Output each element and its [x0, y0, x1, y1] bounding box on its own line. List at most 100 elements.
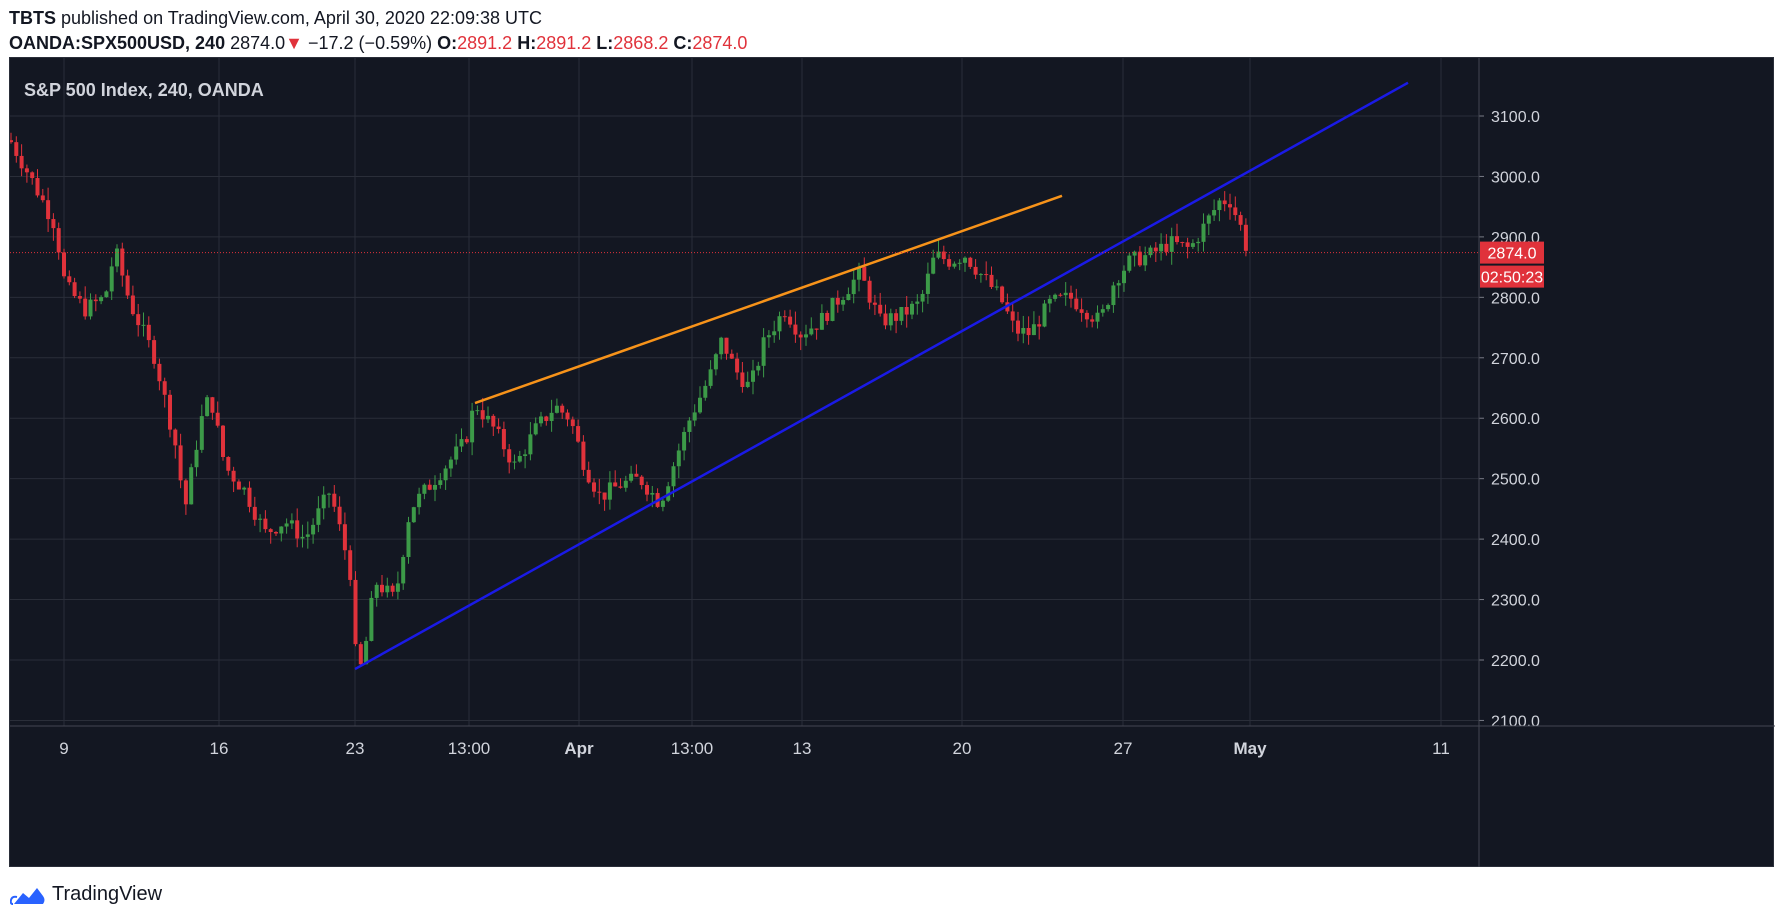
candle-body: [809, 328, 814, 335]
author-name[interactable]: TBTS: [9, 8, 56, 28]
candle-body: [713, 354, 718, 370]
candle-body: [433, 484, 437, 490]
candle-body: [719, 337, 724, 355]
chart-panel[interactable]: 3100.0 3000.0 2900.0 2800.0 2700.0 2600.0 2500…: [9, 57, 1775, 868]
candle-body: [35, 178, 40, 196]
candle-body: [894, 313, 899, 321]
candle-body: [1106, 305, 1111, 310]
trendline-upper[interactable]: [474, 194, 1063, 405]
candle-body: [570, 419, 575, 427]
candle-body: [682, 431, 687, 451]
candle-body: [311, 524, 316, 535]
candle-body: [258, 518, 263, 520]
candle-body: [19, 155, 24, 169]
candle-body: [486, 415, 490, 420]
x-tick-label: 13:00: [448, 739, 491, 758]
candle-body: [1137, 251, 1142, 266]
symbol-label: OANDA:SPX500USD, 240: [9, 33, 226, 53]
candle-body: [544, 416, 549, 421]
price-change: −17.2 (−0.59%): [308, 33, 433, 53]
candle-body: [162, 381, 167, 395]
candle-body: [915, 301, 920, 304]
candle-body: [168, 394, 172, 430]
candle-body: [470, 410, 475, 443]
candle-body: [88, 299, 93, 317]
candle-body: [454, 446, 459, 460]
candle-body: [125, 275, 130, 296]
candle-body: [581, 441, 586, 470]
candle-body: [236, 481, 241, 490]
candle-body: [957, 262, 962, 264]
candle-body: [194, 449, 199, 468]
candle-body: [316, 508, 321, 525]
candle-body: [878, 304, 883, 314]
candle-body: [427, 484, 432, 490]
candle-body: [1053, 294, 1058, 299]
candle-body: [772, 331, 777, 336]
candle-body: [1037, 324, 1042, 327]
candle-body: [141, 324, 146, 326]
x-tick-label: 9: [59, 739, 68, 758]
chart-title: S&P 500 Index, 240, OANDA: [24, 80, 264, 100]
candle-body: [173, 429, 178, 446]
y-tick-label: 2500.0: [1491, 472, 1540, 489]
candle-body: [1127, 255, 1132, 271]
candle-body: [931, 257, 936, 274]
candle-body: [215, 412, 220, 426]
candle-body: [676, 450, 681, 467]
candle-body: [830, 297, 835, 321]
candle-body: [247, 487, 252, 507]
candle-body: [618, 486, 623, 488]
tradingview-logo-text: TradingView: [52, 883, 163, 905]
candle-body: [422, 484, 427, 494]
candle-body: [395, 583, 400, 592]
candle-body: [576, 426, 581, 442]
candle-body: [406, 522, 411, 558]
x-tick-label: Apr: [564, 739, 594, 758]
y-tick-label: 3000.0: [1491, 169, 1540, 186]
y-tick-label: 2100.0: [1491, 713, 1540, 730]
candle-body: [342, 524, 347, 551]
candle-body: [788, 316, 793, 325]
candle-body: [1069, 292, 1073, 299]
candle-body: [925, 273, 930, 294]
candle-body: [62, 252, 66, 277]
chart-header: TBTS published on TradingView.com, April…: [0, 0, 1783, 57]
candle-body: [1021, 327, 1026, 334]
candle-body: [385, 585, 390, 593]
candle-body: [178, 445, 183, 481]
high-value: 2891.2: [536, 33, 592, 53]
high-label: H:: [517, 33, 537, 53]
price-chart[interactable]: 3100.03000.02900.02800.02700.02600.02500…: [10, 58, 1775, 868]
candle-body: [708, 369, 713, 386]
candle-body: [1153, 247, 1158, 252]
candle-body: [14, 142, 19, 156]
candle-body: [67, 276, 72, 283]
candle-body: [358, 644, 363, 665]
candle-body: [109, 266, 114, 292]
symbol-info: OANDA:SPX500USD, 240 2874.0▼ −17.2 (−0.5…: [9, 33, 747, 54]
candle-body: [1190, 243, 1195, 247]
candle-body: [1090, 319, 1095, 322]
candle-body: [740, 372, 745, 387]
publish-info: TBTS published on TradingView.com, April…: [9, 8, 542, 29]
candle-body: [539, 416, 543, 424]
trendlines[interactable]: [10, 81, 1479, 671]
candle-body: [321, 494, 326, 509]
candle-body: [99, 297, 104, 302]
close-label: C:: [673, 33, 693, 53]
candle-body: [1148, 247, 1153, 256]
candle-body: [459, 439, 464, 447]
candle-body: [645, 485, 649, 495]
tradingview-logo[interactable]: TradingView: [10, 883, 162, 906]
candle-body: [602, 492, 607, 500]
candle-body: [136, 314, 141, 326]
y-tick-label: 2300.0: [1491, 593, 1540, 610]
candle-body: [1164, 243, 1169, 252]
low-label: L:: [596, 33, 614, 53]
candle-body: [56, 228, 61, 253]
candle-body: [835, 297, 840, 305]
low-value: 2868.2: [613, 33, 669, 53]
published-text: published on TradingView.com, April 30, …: [61, 8, 542, 28]
candle-body: [327, 493, 331, 495]
